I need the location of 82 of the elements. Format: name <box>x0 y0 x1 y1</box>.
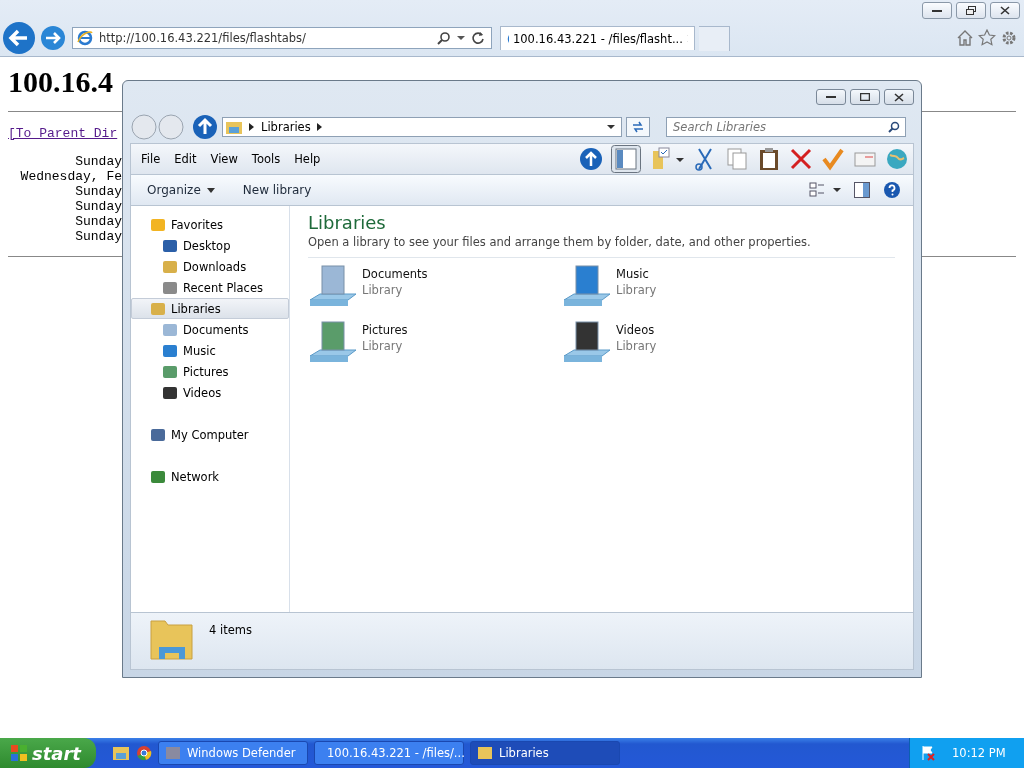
minimize-button[interactable] <box>816 89 846 105</box>
sidebar-item[interactable]: Pictures <box>131 361 289 382</box>
minimize-icon <box>826 95 836 99</box>
listing-text: Sunday <box>75 229 122 244</box>
sidebar-item[interactable]: Recent Places <box>131 277 289 298</box>
organize-button[interactable]: Organize <box>139 179 223 201</box>
library-item[interactable]: Music Library <box>562 262 816 310</box>
menu-item[interactable]: Tools <box>251 152 281 166</box>
library-description: Open a library to see your files and arrange them by folder, date, and other properties. <box>308 235 812 249</box>
sidebar-item[interactable]: Videos <box>131 382 289 403</box>
settings-icon[interactable] <box>1000 29 1018 47</box>
chevron-icon[interactable] <box>249 123 255 131</box>
chrome-browser-icon[interactable] <box>136 745 152 761</box>
forward-button[interactable] <box>40 25 66 51</box>
sidebar-item[interactable]: Favorites <box>131 214 289 235</box>
up-button[interactable] <box>192 114 218 140</box>
clipboard-icon[interactable] <box>757 147 781 171</box>
minimize-button[interactable] <box>922 2 952 19</box>
maximize-button[interactable] <box>850 89 880 105</box>
caret-icon <box>206 187 215 193</box>
start-button[interactable]: start <box>0 738 96 768</box>
listing-text: Sunday <box>75 199 122 214</box>
menu-item[interactable]: File <box>141 152 161 166</box>
sidebar-item[interactable]: Libraries <box>131 298 289 319</box>
globe-icon[interactable] <box>885 147 909 171</box>
up-icon[interactable] <box>579 147 603 171</box>
refresh-icon <box>631 121 645 133</box>
sidebar-item[interactable]: Desktop <box>131 235 289 256</box>
sidebar-item[interactable]: Music <box>131 340 289 361</box>
taskbar-button[interactable]: 100.16.43.221 - /files/... <box>314 741 464 765</box>
maximize-icon <box>860 93 870 101</box>
listing-text: Wednesday, Fe <box>20 169 122 184</box>
restore-icon <box>966 6 976 15</box>
sidebar-item[interactable]: Network <box>131 466 289 487</box>
close-button[interactable] <box>884 89 914 105</box>
preview-pane-icon[interactable] <box>853 181 871 199</box>
caret-icon[interactable] <box>607 124 615 130</box>
panes-icon[interactable] <box>611 145 641 173</box>
new-library-button[interactable]: New library <box>234 179 320 201</box>
delete-icon[interactable] <box>789 147 813 171</box>
item-count: 4 items <box>209 623 252 637</box>
parent-directory-link[interactable]: [To Parent Dir <box>8 126 118 141</box>
sidebar-item[interactable]: Documents <box>131 319 289 340</box>
address-bar[interactable]: Libraries <box>222 117 622 137</box>
chevron-icon[interactable] <box>316 123 323 131</box>
search-field[interactable]: Search Libraries <box>666 117 906 137</box>
browser-tab[interactable]: 100.16.43.221 - /files/flasht... <box>500 26 695 50</box>
menu-item[interactable]: View <box>210 152 238 166</box>
home-icon[interactable] <box>956 29 974 47</box>
menu-item[interactable]: Help <box>294 152 321 166</box>
view-options-icon[interactable] <box>809 181 841 199</box>
restore-button[interactable] <box>956 2 986 19</box>
sidebar-item[interactable]: My Computer <box>131 424 289 445</box>
listing-text: Sunday <box>75 154 122 169</box>
folder-icon[interactable] <box>112 745 130 761</box>
library-item[interactable]: Videos Library <box>562 318 816 366</box>
back-button[interactable] <box>2 21 36 55</box>
folder-icon <box>477 745 493 761</box>
sidebar-item[interactable]: Downloads <box>131 256 289 277</box>
close-button[interactable] <box>990 2 1020 19</box>
address-field[interactable]: http://100.16.43.221/files/flashtabs/ <box>72 27 492 49</box>
listing-text: Sunday <box>75 214 122 229</box>
help-icon[interactable] <box>883 181 901 199</box>
library-folder-icon <box>149 617 195 661</box>
page-heading: 100.16.4 <box>8 65 113 99</box>
library-item[interactable]: Documents Library <box>308 262 562 310</box>
windows-logo-icon <box>10 744 28 762</box>
clock: 10:12 PM <box>952 746 1006 760</box>
menu-item[interactable]: Edit <box>174 152 197 166</box>
checkmark-icon[interactable] <box>821 147 845 171</box>
refresh-button[interactable] <box>626 117 650 137</box>
taskbar-button[interactable]: Windows Defender <box>158 741 308 765</box>
taskbar-button[interactable]: Libraries <box>470 741 620 765</box>
search-icon[interactable] <box>437 31 451 45</box>
search-icon[interactable] <box>888 121 900 133</box>
library-item[interactable]: Pictures Library <box>308 318 562 366</box>
flag-icon[interactable] <box>920 745 936 761</box>
caret-icon[interactable] <box>457 35 465 41</box>
listing-text: Sunday <box>75 184 122 199</box>
library-heading: Libraries <box>308 212 387 233</box>
library-folder-icon <box>225 119 243 135</box>
refresh-icon[interactable] <box>471 31 485 45</box>
